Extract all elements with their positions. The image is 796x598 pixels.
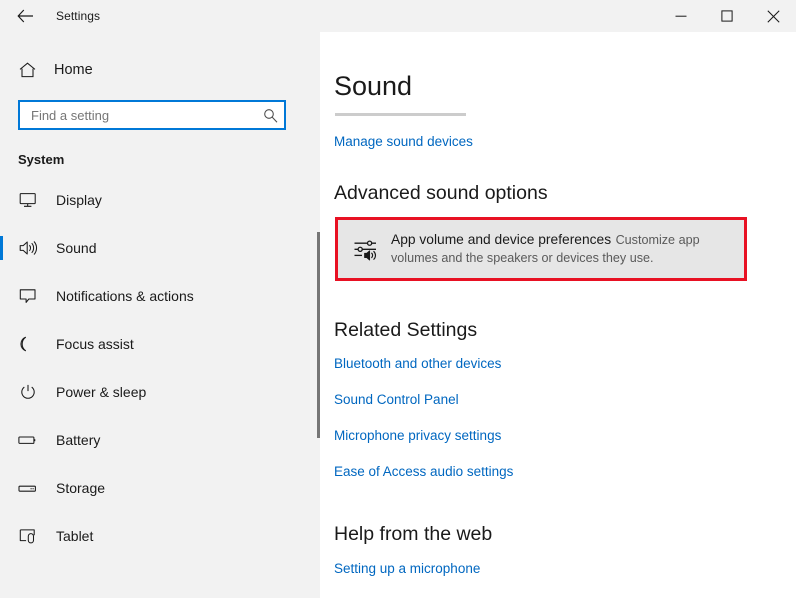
notification-balloon-icon: [16, 288, 40, 304]
monitor-icon: [16, 192, 40, 208]
back-arrow-icon[interactable]: [12, 3, 38, 29]
search-box[interactable]: [18, 100, 286, 130]
sidebar-item-focus-assist[interactable]: Focus assist: [0, 331, 320, 357]
moon-icon: [16, 336, 40, 352]
sidebar-item-display[interactable]: Display: [0, 187, 320, 213]
sidebar-item-label: Tablet: [56, 528, 93, 544]
close-icon[interactable]: [750, 0, 796, 32]
minimize-icon[interactable]: [658, 0, 704, 32]
battery-icon: [16, 433, 40, 447]
related-link-microphone-privacy[interactable]: Microphone privacy settings: [334, 428, 796, 443]
sidebar-item-storage[interactable]: Storage: [0, 475, 320, 501]
app-volume-preferences-title: App volume and device preferences: [391, 232, 611, 247]
sidebar-home-label: Home: [54, 62, 93, 78]
main-content: Sound Manage sound devices Advanced soun…: [320, 32, 796, 598]
power-icon: [16, 384, 40, 400]
related-link-ease-of-access-audio[interactable]: Ease of Access audio settings: [334, 464, 796, 479]
sidebar-item-label: Focus assist: [56, 336, 134, 352]
sidebar-item-notifications-actions[interactable]: Notifications & actions: [0, 283, 320, 309]
related-settings-links: Bluetooth and other devices Sound Contro…: [334, 356, 796, 479]
help-from-the-web-heading: Help from the web: [334, 523, 796, 546]
sidebar-group-title: System: [0, 152, 320, 167]
search-input[interactable]: [20, 102, 256, 128]
selection-accent-bar: [0, 188, 3, 212]
selection-accent-bar: [0, 380, 3, 404]
search-icon[interactable]: [256, 108, 284, 123]
page-title: Sound: [334, 72, 796, 102]
sidebar-item-label: Sound: [56, 240, 96, 256]
sidebar-item-battery[interactable]: Battery: [0, 427, 320, 453]
advanced-sound-options-heading: Advanced sound options: [334, 182, 796, 205]
speaker-icon: [16, 240, 40, 256]
maximize-icon[interactable]: [704, 0, 750, 32]
window-body: Home System: [0, 32, 796, 598]
selection-accent-bar: [0, 332, 3, 356]
selection-accent-bar: [0, 236, 3, 260]
app-volume-preferences-card[interactable]: App volume and device preferences Custom…: [338, 220, 744, 279]
sidebar-item-label: Power & sleep: [56, 384, 146, 400]
tablet-touch-icon: [16, 528, 40, 545]
selection-accent-bar: [0, 476, 3, 500]
title-bar: Settings: [0, 0, 796, 32]
storage-drive-icon: [16, 482, 40, 495]
app-volume-preferences-highlight: App volume and device preferences Custom…: [335, 217, 747, 282]
sidebar-item-label: Storage: [56, 480, 105, 496]
app-volume-mixer-icon: [349, 233, 383, 267]
sidebar-item-label: Notifications & actions: [56, 288, 194, 304]
sidebar-item-label: Display: [56, 192, 102, 208]
related-link-bluetooth[interactable]: Bluetooth and other devices: [334, 356, 796, 371]
sidebar: Home System: [0, 32, 320, 598]
home-icon: [16, 62, 38, 78]
settings-window: Settings: [0, 0, 796, 598]
related-settings-heading: Related Settings: [334, 319, 796, 342]
manage-sound-devices-link-wrap: Manage sound devices: [334, 133, 796, 151]
sidebar-item-tablet[interactable]: Tablet: [0, 523, 320, 549]
manage-sound-devices-link[interactable]: Manage sound devices: [334, 134, 473, 149]
selection-accent-bar: [0, 524, 3, 548]
help-link-setting-up-a-microphone[interactable]: Setting up a microphone: [334, 561, 796, 576]
sidebar-item-power-sleep[interactable]: Power & sleep: [0, 379, 320, 405]
window-title: Settings: [56, 9, 100, 23]
selection-accent-bar: [0, 428, 3, 452]
title-bar-drag-region: [100, 0, 658, 32]
window-controls: [658, 0, 796, 32]
related-link-sound-control-panel[interactable]: Sound Control Panel: [334, 392, 796, 407]
sidebar-item-sound[interactable]: Sound: [0, 235, 320, 261]
help-from-the-web-links: Setting up a microphone: [334, 561, 796, 576]
title-bar-left: Settings: [0, 0, 100, 32]
title-underline-rule: [335, 113, 466, 116]
sidebar-item-label: Battery: [56, 432, 100, 448]
app-volume-preferences-text: App volume and device preferences Custom…: [391, 231, 734, 268]
sidebar-nav-list: Display Sound: [0, 187, 320, 549]
selection-accent-bar: [0, 284, 3, 308]
sidebar-item-home[interactable]: Home: [0, 52, 320, 88]
